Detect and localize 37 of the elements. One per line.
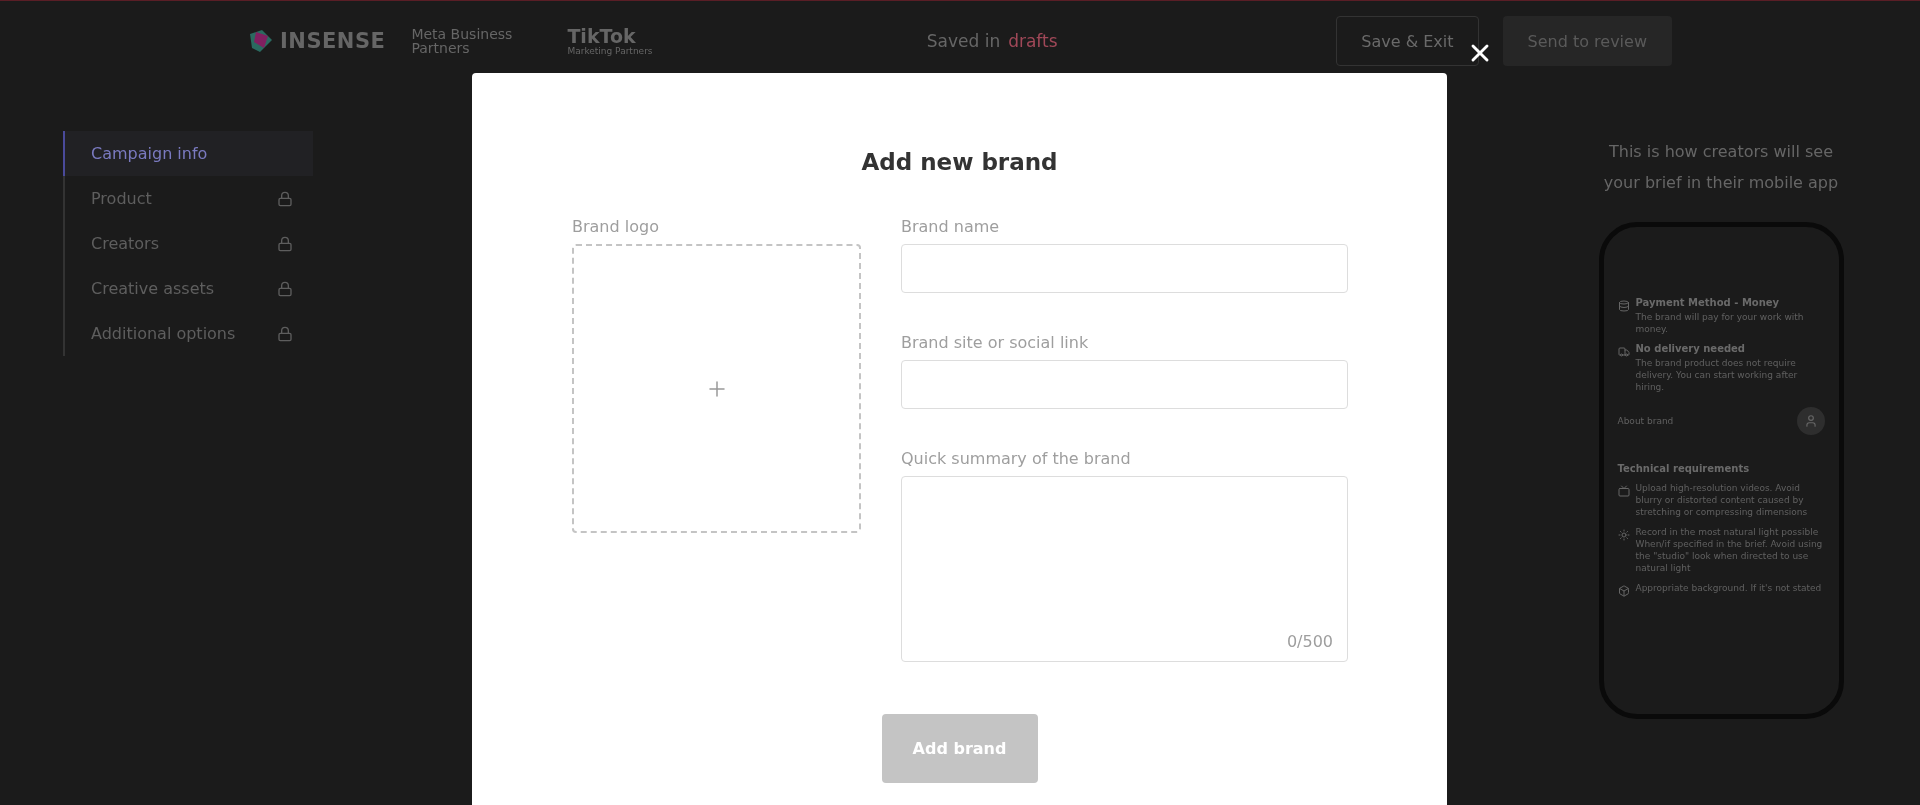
logo-upload[interactable]	[572, 244, 861, 533]
requirement-text: Upload high-resolution videos. Avoid blurry or distorted content caused by stretching or compressing dimensions	[1635, 482, 1809, 518]
feature-text: The brand will pay for your work with money.	[1635, 311, 1805, 335]
section-title: Technical requirements	[1617, 463, 1751, 474]
partner-logo-text: Meta Business Partners	[411, 27, 514, 55]
summary-field[interactable]: 0/500	[901, 476, 1348, 662]
sidebar-item[interactable]: Campaign info	[63, 131, 313, 176]
drafts-link[interactable]: drafts	[1008, 31, 1058, 51]
about-label: About brand	[1617, 416, 1674, 426]
sidebar-item[interactable]: Creative assets	[63, 266, 313, 311]
sidebar-item[interactable]: Product	[63, 176, 313, 221]
sidebar-item[interactable]: Creators	[63, 221, 313, 266]
avatar-icon	[1796, 407, 1825, 435]
field-label: Brand name	[901, 217, 1001, 236]
box-icon	[1617, 585, 1630, 597]
field-label: Brand site or social link	[901, 333, 1090, 352]
feature-title: No delivery needed	[1635, 343, 1747, 354]
coins-icon	[1617, 300, 1630, 312]
modal-title: Add new brand	[861, 149, 1058, 175]
partner-logo-text: TikTok	[567, 26, 637, 46]
input-field[interactable]	[901, 360, 1348, 409]
saved-status: Saved in	[926, 31, 1001, 51]
feature-title: Payment Method - Money	[1635, 297, 1781, 308]
logo-text: INSENSE	[280, 29, 386, 53]
truck-icon	[1617, 346, 1630, 358]
partner-logo-subtext: Marketing Partners	[567, 46, 653, 56]
exit-button[interactable]: Save & Exit	[1336, 16, 1479, 66]
sidebar-item[interactable]: Additional options	[63, 311, 313, 356]
preview-caption: This is how creators will see your brief in their mobile app	[1602, 141, 1840, 194]
requirement-text: Appropriate background. If it's not stated	[1635, 582, 1822, 595]
screen-icon	[1617, 485, 1630, 497]
field-label: Quick summary of the brand	[901, 449, 1132, 468]
sun-icon	[1617, 529, 1630, 541]
insense-logo-icon	[248, 28, 274, 54]
feature-text: The brand product does not require delivery. You can start working after hiring.	[1635, 357, 1799, 393]
field-label: Brand logo	[572, 217, 660, 236]
input-field[interactable]	[901, 244, 1348, 293]
